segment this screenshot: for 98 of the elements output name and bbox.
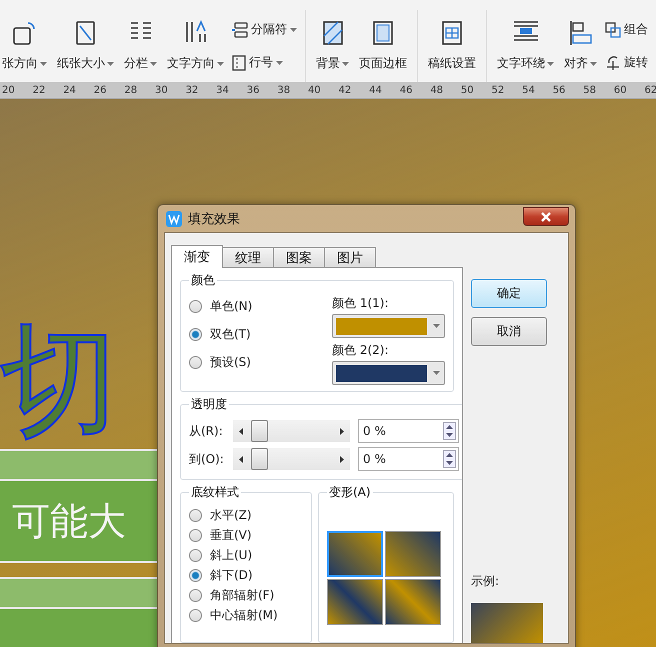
color-dropdown[interactable] <box>332 361 445 385</box>
group-title: 变形(A) <box>328 484 372 501</box>
ruler-number: 52 <box>492 84 506 96</box>
ribbon-button[interactable]: 旋转 <box>605 54 648 71</box>
ribbon-button[interactable]: 背景 <box>314 16 351 76</box>
ruler-number: 30 <box>154 84 169 96</box>
radio-option[interactable]: 单色(N) <box>189 293 252 319</box>
dialog-tab[interactable]: 纹理 <box>222 247 274 268</box>
dialog-tab[interactable]: 图案 <box>273 247 325 268</box>
ruler-number: 58 <box>583 84 598 96</box>
page-rotate-icon <box>12 20 38 46</box>
line-number-icon <box>232 54 246 70</box>
ribbon-button[interactable]: 行号 <box>232 54 297 71</box>
percent-spinbox[interactable]: 0 % <box>358 419 459 443</box>
slider-track[interactable] <box>233 420 350 442</box>
slider-thumb[interactable] <box>250 448 268 470</box>
ribbon-button[interactable]: 张方向 <box>0 16 49 76</box>
ribbon-button[interactable]: 组合 <box>605 21 648 38</box>
dialog-tab[interactable]: 图片 <box>324 247 376 268</box>
ruler-number: 56 <box>552 84 566 96</box>
radio-option[interactable]: 斜上(U) <box>189 545 303 565</box>
align-icon <box>568 20 592 46</box>
ruler-number: 60 <box>614 84 628 96</box>
slider-track[interactable] <box>233 448 350 470</box>
radio-option[interactable]: 斜下(D) <box>189 565 303 585</box>
ruler-number: 20 <box>2 84 16 96</box>
ruler-number: 50 <box>460 84 475 96</box>
background-icon <box>322 20 344 46</box>
picker-label: 颜色 1(1): <box>332 295 390 312</box>
dialog-title: 填充效果 <box>188 210 240 228</box>
caret-icon <box>433 371 440 375</box>
caret-icon <box>433 324 440 328</box>
picker-label: 颜色 2(2): <box>332 342 390 359</box>
ribbon-button[interactable]: 纸张大小 <box>55 16 116 76</box>
ruler-number: 22 <box>32 84 46 96</box>
ruler-number: 34 <box>216 84 230 96</box>
gradient-variant[interactable] <box>327 579 383 625</box>
left-arrow-icon <box>239 428 243 434</box>
app-icon <box>166 210 182 226</box>
dialog-tab[interactable]: 渐变 <box>171 245 223 268</box>
percent-spinbox[interactable]: 0 % <box>358 447 459 471</box>
slider-label: 从(R): <box>189 422 224 440</box>
right-arrow-icon <box>340 428 344 434</box>
page-border-icon <box>372 20 394 46</box>
grid-paper-icon <box>441 20 463 46</box>
ribbon-button[interactable]: 稿纸设置 <box>426 16 478 76</box>
color-dropdown[interactable] <box>332 314 445 338</box>
ruler-number: 46 <box>400 84 414 96</box>
radio-option[interactable]: 双色(T) <box>189 321 252 347</box>
gradient-variant[interactable] <box>327 531 383 577</box>
ruler-number: 32 <box>186 84 200 96</box>
ribbon-button[interactable]: 文字方向 <box>165 16 226 76</box>
gradient-preview <box>471 603 543 643</box>
ruler-number: 42 <box>338 84 352 96</box>
close-icon <box>541 212 551 222</box>
ribbon-button[interactable]: 分隔符 <box>232 21 297 38</box>
ribbon-button[interactable]: 文字环绕 <box>495 16 556 76</box>
ruler-number: 48 <box>430 84 444 96</box>
page-resize-icon <box>74 20 96 46</box>
left-arrow-icon <box>239 456 243 462</box>
ribbon-button[interactable]: 对齐 <box>562 16 599 76</box>
sample-label: 示例: <box>471 573 500 590</box>
ribbon-button[interactable]: 页面边框 <box>357 16 409 76</box>
radio-option[interactable]: 垂直(V) <box>189 525 303 545</box>
ruler-number: 38 <box>277 84 292 96</box>
right-arrow-icon <box>340 456 344 462</box>
ruler-number: 36 <box>246 84 260 96</box>
radio-option[interactable]: 角部辐射(F) <box>189 585 303 605</box>
dialog-button[interactable]: 取消 <box>471 317 547 346</box>
slider-thumb[interactable] <box>250 420 268 442</box>
band-text: 可能大 <box>11 498 126 544</box>
group-title: 透明度 <box>190 396 228 413</box>
ruler-number: 54 <box>522 84 536 96</box>
radio-option[interactable]: 中心辐射(M) <box>189 605 303 625</box>
separator-icon <box>232 22 248 38</box>
wordart-text: 切 <box>0 321 118 439</box>
close-button[interactable] <box>523 207 569 226</box>
ruler-number: 40 <box>308 84 322 96</box>
text-direction-icon <box>184 20 208 44</box>
spin-arrows-icon <box>443 422 456 440</box>
radio-option[interactable]: 水平(Z) <box>189 505 303 525</box>
group-icon <box>605 22 621 38</box>
ruler-number: 26 <box>94 84 108 96</box>
gradient-variant[interactable] <box>385 531 441 577</box>
radio-option[interactable]: 预设(S) <box>189 349 252 375</box>
gradient-variant[interactable] <box>385 579 441 625</box>
ruler-number: 62 <box>644 84 656 96</box>
group-title: 底纹样式 <box>190 484 240 501</box>
rotate-icon <box>605 54 621 70</box>
text-wrap-icon <box>512 20 538 42</box>
ruler-number: 24 <box>63 84 77 96</box>
ribbon-button[interactable]: 分栏 <box>122 16 159 76</box>
ruler-number: 44 <box>369 84 383 96</box>
group-title: 颜色 <box>190 272 216 289</box>
dialog-button[interactable]: 确定 <box>471 279 547 308</box>
spin-arrows-icon <box>443 450 456 468</box>
ruler-number: 28 <box>124 84 138 96</box>
slider-label: 到(O): <box>189 450 225 468</box>
